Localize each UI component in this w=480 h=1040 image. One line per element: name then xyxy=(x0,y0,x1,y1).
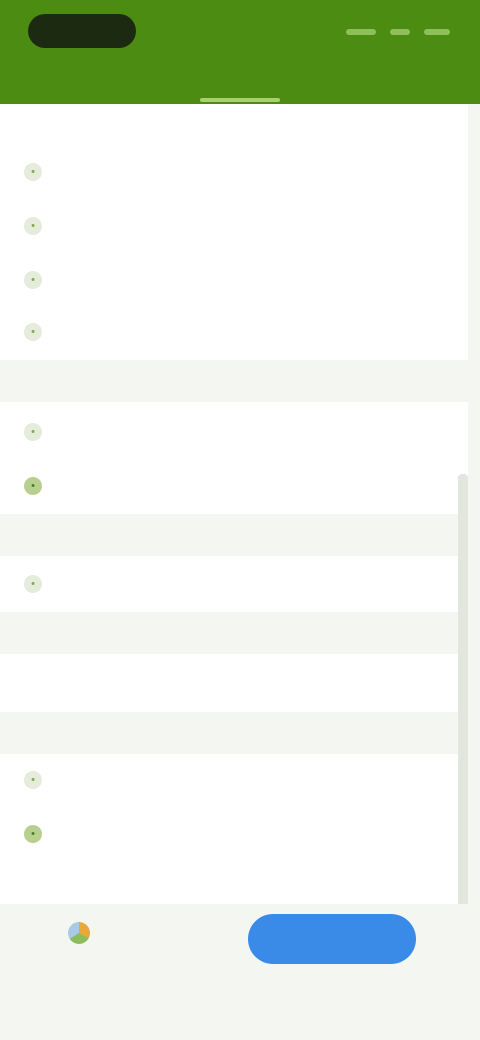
section-divider xyxy=(0,712,468,754)
appbar-actions xyxy=(346,22,450,42)
section-divider xyxy=(0,612,468,654)
secondary-action[interactable] xyxy=(68,922,100,944)
action-icon[interactable] xyxy=(346,29,376,35)
list-item[interactable]: • xyxy=(0,560,468,608)
app-logo-icon[interactable] xyxy=(28,14,136,48)
list-item[interactable]: • xyxy=(0,462,468,510)
item-icon: • xyxy=(24,423,42,441)
action-icon[interactable] xyxy=(390,29,410,35)
item-icon: • xyxy=(24,477,42,495)
primary-button[interactable] xyxy=(248,914,416,964)
item-icon: • xyxy=(24,163,42,181)
item-icon: • xyxy=(24,575,42,593)
list-item[interactable]: • xyxy=(0,756,468,804)
list-item[interactable]: • xyxy=(0,202,468,250)
list-item[interactable]: • xyxy=(0,256,468,304)
brand-icon xyxy=(68,922,90,944)
tab-2[interactable] xyxy=(160,68,320,104)
item-icon: • xyxy=(24,825,42,843)
settings-panel: • • • • • • • • • xyxy=(0,104,468,994)
list-item[interactable]: • xyxy=(0,810,468,858)
list-item[interactable] xyxy=(0,660,468,708)
list-item[interactable]: • xyxy=(0,308,468,356)
list-item[interactable]: • xyxy=(0,408,468,456)
app-bar xyxy=(0,0,480,104)
item-icon: • xyxy=(24,323,42,341)
item-icon: • xyxy=(24,771,42,789)
item-icon: • xyxy=(24,271,42,289)
tab-1[interactable] xyxy=(0,68,160,104)
tab-3[interactable] xyxy=(320,68,480,104)
action-icon[interactable] xyxy=(424,29,450,35)
section-divider xyxy=(0,360,468,402)
tab-bar xyxy=(0,68,480,104)
bottom-bar xyxy=(0,904,480,1040)
section-divider xyxy=(0,514,468,556)
item-icon: • xyxy=(24,217,42,235)
list-item[interactable]: • xyxy=(0,148,468,196)
